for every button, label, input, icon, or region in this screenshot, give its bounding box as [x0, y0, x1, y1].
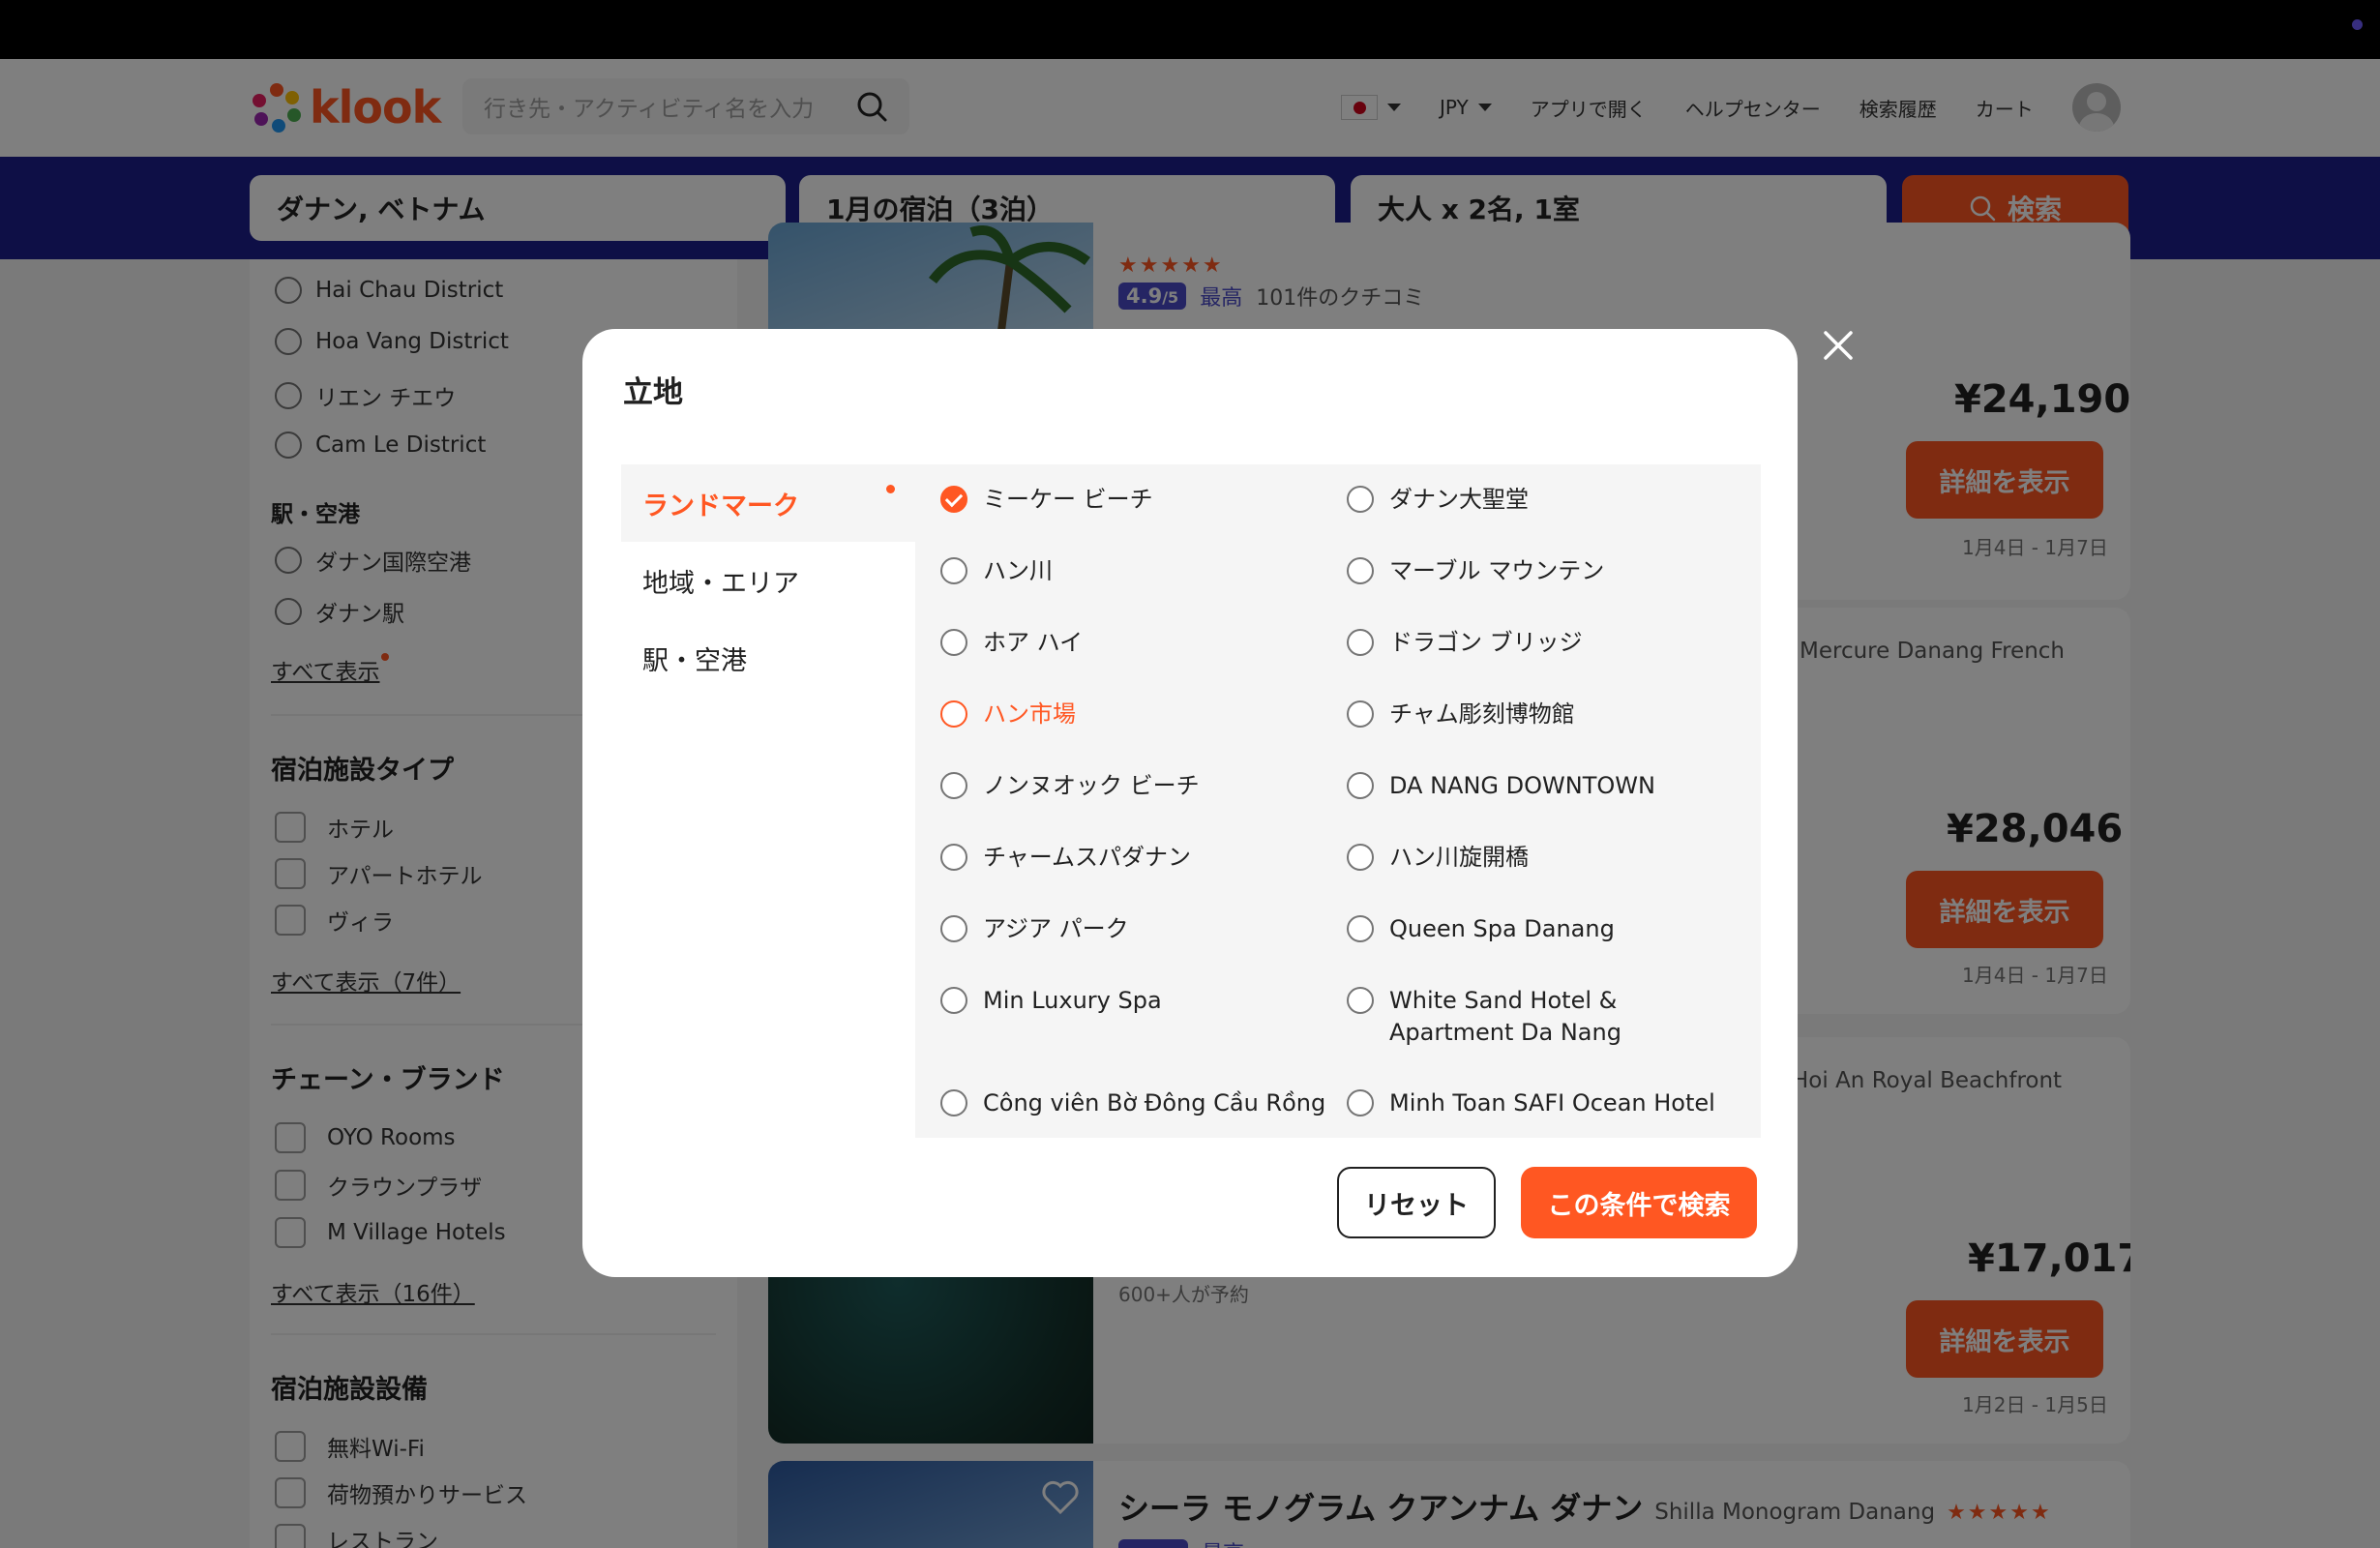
landmark-option[interactable]: Queen Spa Danang [1347, 913, 1615, 945]
landmark-option[interactable]: チャームスパダナン [940, 842, 1191, 874]
landmark-option[interactable]: ダナン大聖堂 [1347, 484, 1529, 516]
landmark-option[interactable]: ノンヌオック ビーチ [940, 770, 1200, 802]
close-icon[interactable] [1822, 329, 1855, 362]
landmark-option[interactable]: Minh Toan SAFI Ocean Hotel [1347, 1087, 1715, 1119]
landmark-option[interactable]: ハン川 [940, 555, 1053, 587]
landmark-option[interactable]: Công viên Bờ Đông Cầu Rồng [940, 1087, 1325, 1119]
location-tabs: ランドマーク 地域・エリア 駅・空港 [621, 464, 916, 697]
location-filter-modal: 立地 ランドマーク 地域・エリア 駅・空港 ミーケー ビーチ ハン川 ホア ハイ… [582, 329, 1798, 1277]
tab-area[interactable]: 地域・エリア [621, 542, 916, 619]
landmark-option[interactable]: チャム彫刻博物館 [1347, 699, 1575, 730]
landmark-option[interactable]: ハン市場 [940, 699, 1076, 730]
landmark-option[interactable]: ドラゴン ブリッジ [1347, 627, 1583, 659]
landmark-option[interactable]: Min Luxury Spa [940, 985, 1162, 1017]
tab-landmark[interactable]: ランドマーク [621, 464, 916, 542]
landmark-option[interactable]: DA NANG DOWNTOWN [1347, 770, 1655, 802]
landmark-options: ミーケー ビーチ ハン川 ホア ハイ ハン市場 ノンヌオック ビーチ チャームス… [915, 464, 1761, 1138]
landmark-option[interactable]: ミーケー ビーチ [940, 484, 1153, 516]
landmark-option[interactable]: White Sand Hotel & Apartment Da Nang [1347, 985, 1734, 1049]
landmark-option[interactable]: ハン川旋開橋 [1347, 842, 1529, 874]
selected-indicator-dot [886, 485, 895, 493]
tab-station-airport[interactable]: 駅・空港 [621, 619, 916, 697]
radio-checked-icon [940, 486, 967, 513]
modal-title: 立地 [623, 375, 683, 410]
landmark-option[interactable]: マーブル マウンテン [1347, 555, 1604, 587]
landmark-option[interactable]: ホア ハイ [940, 627, 1083, 659]
reset-button[interactable]: リセット [1337, 1167, 1496, 1238]
apply-filter-button[interactable]: この条件で検索 [1521, 1167, 1757, 1238]
landmark-option[interactable]: アジア パーク [940, 913, 1129, 945]
